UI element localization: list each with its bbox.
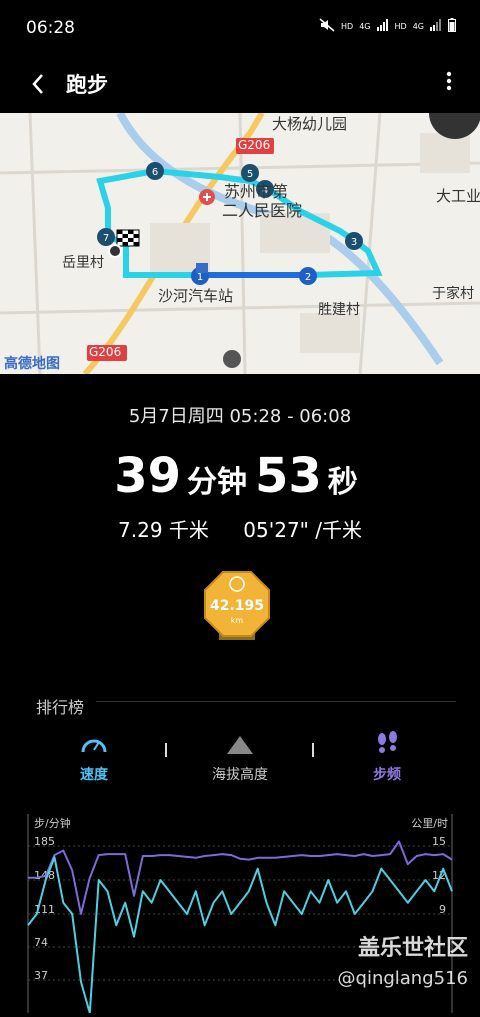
map-provider-logo: 高德地图: [4, 356, 60, 372]
watermark: 盖乐世社区 @qinglang516: [338, 930, 468, 989]
duration-seconds-unit: 秒: [327, 465, 358, 500]
speedometer-icon: [81, 739, 107, 753]
distance-value: 7.29 千米: [118, 518, 209, 542]
svg-text:7: 7: [103, 233, 109, 244]
page-title: 跑步: [66, 73, 108, 97]
map-label-shengjian: 胜建村: [318, 302, 360, 318]
marathon-badge[interactable]: 42.195 km: [203, 570, 271, 646]
signal-icon-2: [430, 19, 442, 34]
watermark-line1: 盖乐世社区: [357, 936, 468, 961]
pace-value: 05'27" /千米: [243, 518, 362, 542]
section-divider: [96, 701, 456, 702]
tab-altitude-label: 海拔高度: [212, 767, 268, 783]
tab-separator: [165, 743, 167, 757]
badge-value: 42.195: [209, 598, 265, 614]
signal-icon: [376, 19, 389, 34]
left-tick-label: 74: [34, 936, 48, 949]
tab-speed[interactable]: 速度: [34, 730, 154, 784]
right-axis-label: 公里/时: [411, 817, 448, 830]
more-options-button[interactable]: [440, 68, 458, 100]
map-label-yueli: 岳里村: [62, 255, 104, 271]
hd-icon: HD: [341, 22, 354, 31]
left-tick-label: 37: [34, 969, 48, 982]
back-arrow-icon: [32, 74, 43, 94]
map-label-hospital-b: 二人民医院: [222, 201, 303, 220]
badge-unit: km: [230, 616, 244, 625]
workout-duration: 39 分钟 53 秒: [0, 448, 480, 504]
back-button[interactable]: [22, 66, 58, 102]
app-bar: 跑步: [0, 56, 480, 112]
workout-stats: 7.29 千米 05'27" /千米: [0, 514, 480, 543]
duration-minutes-unit: 分钟: [187, 465, 247, 500]
right-tick-label: 15: [432, 835, 446, 848]
network-4g-icon-2: 4G: [412, 22, 424, 31]
duration-seconds: 53: [255, 448, 322, 504]
right-tick-label: 9: [439, 903, 446, 916]
map-label-dagong: 大工业: [436, 187, 480, 205]
mute-icon: [319, 18, 335, 35]
map-label-road-top: G206: [238, 138, 271, 152]
more-vert-icon: [446, 71, 452, 91]
footsteps-icon: [378, 731, 397, 753]
route-map[interactable]: 1 2 3 4 5 6 7 大杨幼儿园 G206 苏州市第 二人民医院 大工业 …: [0, 113, 480, 374]
status-bar: 06:28 HD 4G HD 4G: [0, 0, 480, 56]
status-time: 06:28: [26, 18, 75, 38]
tab-cadence-label: 步频: [373, 767, 401, 783]
mountain-icon: [227, 736, 253, 754]
watermark-line2: @qinglang516: [337, 968, 468, 989]
left-tick-label: 185: [34, 835, 55, 848]
map-canvas: 1 2 3 4 5 6 7: [0, 113, 480, 374]
tab-speed-label: 速度: [80, 767, 108, 783]
svg-text:2: 2: [305, 272, 311, 283]
metric-tabs: 速度 海拔高度 步频: [0, 730, 480, 790]
map-label-kindergarten: 大杨幼儿园: [272, 115, 348, 133]
svg-text:6: 6: [152, 167, 158, 178]
tab-cadence[interactable]: 步频: [327, 730, 447, 784]
map-label-road-bottom: G206: [89, 345, 122, 359]
tab-separator-2: [312, 743, 314, 757]
map-label-yujia: 于家村: [432, 286, 474, 302]
network-4g-icon: 4G: [359, 22, 371, 31]
duration-minutes: 39: [114, 448, 181, 504]
ranking-title: 排行榜: [36, 698, 85, 717]
left-axis-label: 步/分钟: [34, 816, 71, 830]
battery-icon: [448, 18, 456, 35]
svg-text:1: 1: [197, 272, 203, 283]
workout-date: 5月7日周四 05:28 - 06:08: [128, 406, 352, 427]
svg-text:3: 3: [351, 237, 357, 248]
tab-altitude[interactable]: 海拔高度: [180, 730, 300, 784]
map-label-station: 沙河汽车站: [158, 287, 234, 305]
hd-icon-2: HD: [394, 22, 407, 31]
status-icons: HD 4G HD 4G: [319, 18, 456, 35]
